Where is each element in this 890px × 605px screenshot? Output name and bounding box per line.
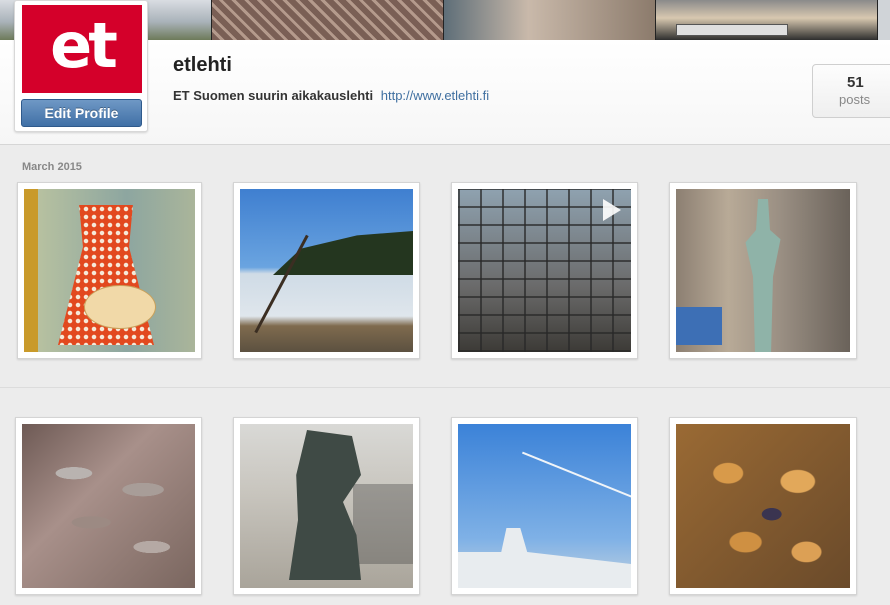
- shadow-shape: [353, 484, 413, 564]
- month-section-label: March 2015: [22, 161, 82, 173]
- photo-image: [240, 189, 413, 352]
- photo-thumbnail[interactable]: [451, 417, 638, 595]
- cover-photo: [212, 0, 444, 40]
- profile-header: et Edit Profile etlehti ET Suomen suurin…: [0, 0, 890, 145]
- photo-thumbnail[interactable]: [17, 182, 202, 359]
- book-label-shape: [84, 285, 156, 329]
- photo-image: [22, 424, 195, 588]
- photo-image: [676, 189, 850, 352]
- photo-image: [676, 424, 850, 588]
- posts-label: posts: [839, 92, 871, 107]
- ship-shape: [458, 528, 631, 588]
- forest-hill-shape: [273, 231, 413, 275]
- photo-thumbnail[interactable]: [451, 182, 638, 359]
- photo-thumbnail[interactable]: [669, 182, 857, 359]
- contrail-shape: [521, 451, 631, 499]
- bio-text: ET Suomen suurin aikakauslehti: [173, 88, 374, 103]
- profile-page: et Edit Profile etlehti ET Suomen suurin…: [0, 0, 890, 605]
- username[interactable]: etlehti: [173, 54, 232, 77]
- avatar-card: et Edit Profile: [14, 0, 148, 132]
- photo-thumbnail[interactable]: [669, 417, 857, 595]
- photo-thumbnail[interactable]: [233, 417, 420, 595]
- posts-stat[interactable]: 51 posts: [812, 64, 890, 118]
- photo-thumbnail[interactable]: [15, 417, 202, 595]
- photo-image: [240, 424, 413, 588]
- section-divider: [0, 387, 890, 388]
- video-play-icon: [603, 199, 621, 221]
- edit-profile-button[interactable]: Edit Profile: [21, 99, 142, 127]
- blue-box-shape: [676, 307, 722, 345]
- avatar[interactable]: et: [22, 5, 142, 93]
- statue-shape: [745, 199, 781, 352]
- photo-image: [458, 189, 631, 352]
- cover-photo: [656, 0, 878, 40]
- posts-count: 51: [847, 74, 864, 91]
- tree-branch-shape: [254, 234, 309, 334]
- avatar-logo-text: et: [50, 9, 118, 82]
- photo-image: [24, 189, 195, 352]
- photo-image: [458, 424, 631, 588]
- photo-thumbnail[interactable]: [233, 182, 420, 359]
- cover-photo: [878, 0, 890, 40]
- cover-photo: [444, 0, 656, 40]
- bio-website-link[interactable]: http://www.etlehti.fi: [381, 88, 489, 103]
- profile-bio: ET Suomen suurin aikakauslehti http://ww…: [173, 88, 489, 103]
